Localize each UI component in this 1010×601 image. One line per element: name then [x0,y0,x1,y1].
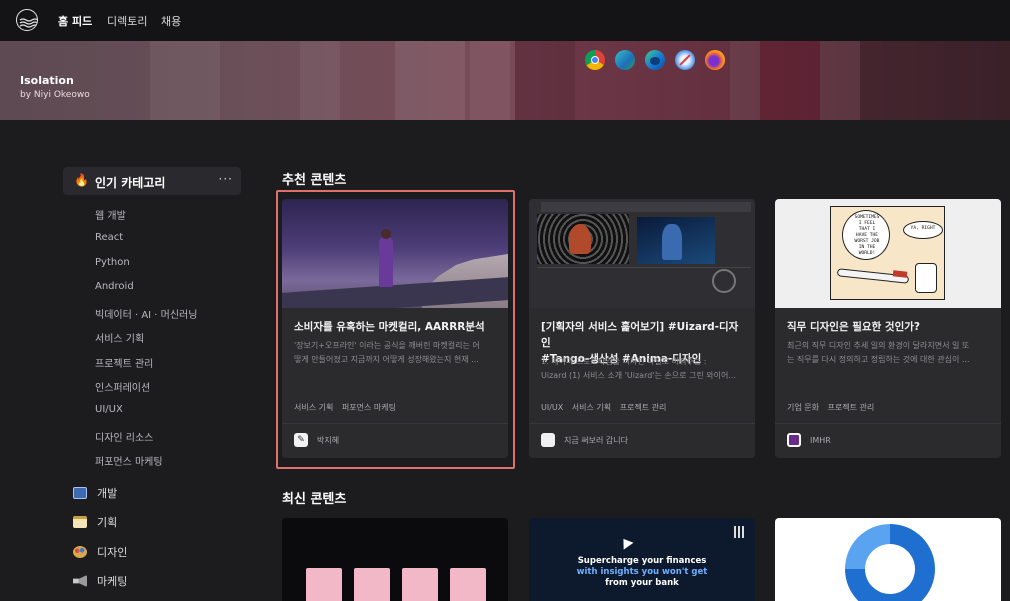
monitor-icon [73,487,87,499]
author-name: IMHR [810,435,831,445]
edge-dev-icon [615,50,635,70]
card-author[interactable]: IMHR [787,433,831,447]
sidebar-item-label: 디자인 [97,546,128,559]
finance-headline: Supercharge your finances [577,556,707,566]
divider [529,423,755,424]
tag[interactable]: 프로젝트 관리 [828,403,875,412]
chrome-icon [585,50,605,70]
card-thumbnail-tile [402,568,438,601]
latest-card[interactable]: Supercharge your finances with insights … [529,518,755,601]
send-arrow-icon [618,535,634,550]
sidebar-item-performance-marketing[interactable]: 퍼포먼스 마케팅 [95,453,163,468]
sidebar-item-planning[interactable]: 기획 [73,514,117,530]
card-thumbnail-tile [450,568,486,601]
tag[interactable]: 서비스 기획 [572,403,611,412]
sidebar-item-marketing[interactable]: 마케팅 [73,573,127,589]
sidebar-item-label: 기획 [97,516,118,529]
card-thumbnail: SOMETIMES I FEEL THAT I HAVE THE WORST J… [775,199,1001,308]
nav-directory[interactable]: 디렉토리 [107,13,147,29]
card-description: 1. 페이퍼 프로토타입을 디자인 파일로 바꿔주는 : [541,357,707,366]
tag[interactable]: UI/UX [541,403,563,412]
card-tags: 기업 문화 프로젝트 관리 [787,402,880,413]
card-thumbnail [529,199,755,308]
card-tags: UI/UX 서비스 기획 프로젝트 관리 [541,402,672,413]
firefox-icon [705,50,725,70]
qr-code-icon [734,526,746,538]
content-card[interactable]: [기획자의 서비스 훑어보기] #Uizard-디자인 #Tango-생산성 #… [529,199,755,458]
comic-text: YA, RIGHT [910,226,936,231]
donut-graphic [845,524,935,601]
selection-highlight [276,190,515,469]
divider [775,423,1001,424]
popular-category-label: 인기 카테고리 [95,176,166,190]
latest-card[interactable] [282,518,508,601]
card-description: Uizard (1) 서비스 소개 'Uizard'는 손으로 그린 와이어..… [541,371,737,380]
sidebar-item-development[interactable]: 개발 [73,485,117,501]
card-thumbnail-tile [354,568,390,601]
card-description: 최근의 직무 디자인 추세 일의 환경이 달라지면서 일 또 [787,341,970,350]
finance-headline: from your bank [605,578,679,588]
imhr-avatar-icon [787,433,801,447]
sidebar-item-react[interactable]: React [95,232,123,243]
nav-jobs[interactable]: 채용 [161,13,181,29]
sidebar-item-design-resources[interactable]: 디자인 리소스 [95,429,153,444]
sidebar-item-label: 개발 [97,487,118,500]
sidebar-item-project-management[interactable]: 프로젝트 관리 [95,355,153,370]
recommended-section-title: 추천 콘텐츠 [282,173,347,188]
hero-banner[interactable]: Isolation by Niyi Okeowo [0,41,1010,120]
palette-icon [73,546,87,558]
sidebar-item-inspiration[interactable]: 인스퍼레이션 [95,379,150,394]
safari-icon [675,50,695,70]
card-thumbnail-tile [306,568,342,601]
hero-byline: by Niyi Okeowo [20,90,90,100]
sidebar-item-uiux[interactable]: UI/UX [95,404,123,415]
notebook-avatar-icon [541,433,555,447]
tag[interactable]: 프로젝트 관리 [620,403,667,412]
card-description: 는 직무를 다시 정의하고 정립하는 것에 대한 관심이 ... [787,355,970,364]
latest-section-title: 최신 콘텐츠 [282,492,347,507]
nav-home-feed[interactable]: 홈 피드 [58,13,92,29]
sidebar-item-python[interactable]: Python [95,257,130,268]
fire-icon: 🔥 [74,173,89,187]
hero-title[interactable]: Isolation [20,74,74,87]
megaphone-icon [73,575,87,587]
finance-headline: with insights you won't get [576,567,708,577]
sidebar-item-android[interactable]: Android [95,281,134,292]
sidebar-item-bigdata-ai[interactable]: 빅데이터 · AI · 머신러닝 [95,306,197,321]
popular-category-header[interactable]: 🔥 인기 카테고리 ··· [63,167,241,195]
sidebar-item-design[interactable]: 디자인 [73,544,127,560]
sidebar-item-web-dev[interactable]: 웹 개발 [95,207,126,222]
edge-icon [645,50,665,70]
top-navigation: 홈 피드 디렉토리 채용 [0,0,1010,41]
card-title[interactable]: 직무 디자인은 필요한 것인가? [787,319,991,335]
sidebar-item-label: 마케팅 [97,575,128,588]
sidebar-item-service-planning[interactable]: 서비스 기획 [95,330,144,345]
card-author[interactable]: 지금 써보러 갑니다 [541,433,628,447]
more-icon[interactable]: ··· [219,172,233,186]
comic-illustration: SOMETIMES I FEEL THAT I HAVE THE WORST J… [830,206,945,300]
comic-text: WORLD! [858,251,876,256]
author-name: 지금 써보러 갑니다 [564,435,628,445]
content-card[interactable]: SOMETIMES I FEEL THAT I HAVE THE WORST J… [775,199,1001,458]
card-title-line: [기획자의 서비스 훑어보기] #Uizard-디자인 [541,321,739,349]
waves-logo-icon[interactable] [16,9,38,31]
tag[interactable]: 기업 문화 [787,403,819,412]
latest-card[interactable] [775,518,1001,601]
notepad-icon [73,516,87,528]
